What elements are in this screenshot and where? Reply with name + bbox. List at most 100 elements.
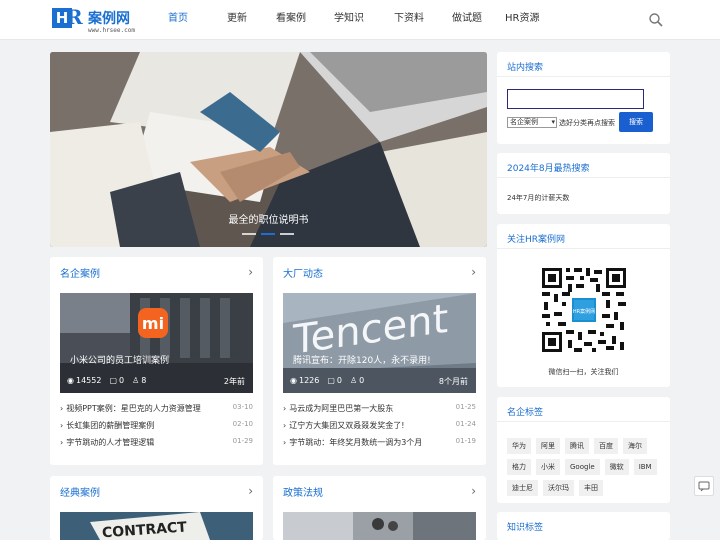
tag-toyota[interactable]: 丰田 — [579, 480, 603, 496]
chevron-right-icon[interactable]: › — [471, 484, 476, 498]
tag-tencent[interactable]: 腾讯 — [565, 438, 589, 454]
float-action-button[interactable] — [694, 476, 714, 496]
widget-title: 2024年8月最热搜索 — [507, 164, 590, 174]
tag-haier[interactable]: 海尔 — [623, 438, 647, 454]
site-logo[interactable]: HR 案例网 www.hrsee.com — [52, 6, 148, 34]
thumbnail-title: 腾讯宣布：开除120人，永不录用! — [293, 356, 431, 366]
search-button[interactable]: 搜索 — [619, 112, 653, 132]
tag-walmart[interactable]: 沃尔玛 — [543, 480, 574, 496]
divider — [497, 421, 670, 422]
divider — [497, 76, 670, 77]
card-thumbnail[interactable]: mi 小米公司的员工培训案例 ◉ 14552 ▢ 0 ♙ 8 2年前 — [60, 293, 253, 393]
nav-home[interactable]: 首页 — [168, 0, 206, 40]
hot-search-item[interactable]: 24年7月的计薪天数 — [507, 193, 569, 203]
sidebar-follow-widget: 关注HR案例网 HR案例网 微信扫一扫，关注我们 — [497, 224, 670, 387]
likes-count: 0 — [359, 376, 365, 385]
divider — [497, 177, 670, 178]
slider-dot[interactable] — [242, 233, 256, 235]
hero-caption: 最全的职位说明书 — [228, 215, 309, 226]
chevron-right-icon[interactable]: › — [248, 484, 253, 498]
comment-icon: ▢ — [109, 376, 117, 385]
list-item[interactable]: 马云成为阿里巴巴第一大股东01-25 — [283, 403, 476, 420]
widget-title: 站内搜索 — [507, 63, 544, 73]
article-list: 视频PPT案例：星巴克的人力资源管理03-10 长虹集团的薪酬管理案例02-10… — [60, 403, 253, 454]
thumbnail-title: 小米公司的员工培训案例 — [70, 356, 170, 366]
card-title[interactable]: 经典案例 — [60, 484, 100, 499]
card-thumbnail[interactable]: CONTRACT — [60, 512, 253, 540]
card-policies: 政策法规 › — [273, 476, 486, 540]
tag-google[interactable]: Google — [565, 459, 600, 475]
widget-title: 名企标签 — [507, 408, 544, 418]
main-nav: 首页 更新 看案例 学知识 下资料 做试题 HR资源 — [168, 0, 560, 40]
sidebar-search-widget: 站内搜索 名企案例 选好分类再点搜索 搜索 — [497, 52, 670, 144]
slider-dot-active[interactable] — [261, 233, 275, 235]
hero-slider[interactable]: 最全的职位说明书 — [50, 52, 487, 247]
search-hint: 选好分类再点搜索 — [559, 119, 615, 127]
sidebar-hot-searches: 2024年8月最热搜索 24年7月的计薪天数 — [497, 153, 670, 214]
views-count: 14552 — [75, 376, 102, 385]
card-thumbnail[interactable] — [283, 512, 476, 540]
sidebar-knowledge-tags: 知识标签 — [497, 512, 670, 540]
nav-hr-resources[interactable]: HR资源 — [501, 0, 560, 40]
thumbs-up-icon: ♙ — [132, 376, 140, 385]
svg-text:mi: mi — [142, 314, 164, 333]
chevron-right-icon[interactable]: › — [471, 265, 476, 279]
nav-downloads[interactable]: 下资料 — [383, 0, 442, 40]
nav-exams[interactable]: 做试题 — [442, 0, 501, 40]
divider — [497, 248, 670, 249]
post-age: 8个月前 — [438, 377, 468, 386]
widget-title: 关注HR案例网 — [507, 235, 566, 245]
wechat-qr-code: HR案例网 — [540, 266, 628, 354]
list-item[interactable]: 长虹集团的薪酬管理案例02-10 — [60, 420, 253, 437]
svg-text:HR案例网: HR案例网 — [573, 308, 595, 315]
nav-knowledge[interactable]: 学知识 — [324, 0, 383, 40]
logo-url: www.hrsee.com — [88, 27, 135, 34]
search-input[interactable] — [507, 89, 644, 109]
card-classic-cases: 经典案例 › CONTRACT — [50, 476, 263, 540]
post-age: 2年前 — [223, 377, 245, 386]
tag-disney[interactable]: 迪士尼 — [507, 480, 538, 496]
chat-icon — [698, 481, 710, 492]
card-title[interactable]: 政策法规 — [283, 484, 323, 499]
article-list: 马云成为阿里巴巴第一大股东01-25 辽宁方大集团又双叒叕发奖金了!01-24 … — [283, 403, 476, 454]
card-thumbnail[interactable]: Tencent 腾讯宣布：开除120人，永不录用! ◉ 1226 ▢ 0 ♙ 0 8个… — [283, 293, 476, 393]
list-item[interactable]: 辽宁方大集团又双叒叕发奖金了!01-24 — [283, 420, 476, 437]
nav-cases[interactable]: 看案例 — [265, 0, 324, 40]
eye-icon: ◉ — [67, 376, 74, 385]
tag-baidu[interactable]: 百度 — [594, 438, 618, 454]
views-count: 1226 — [298, 376, 320, 385]
tag-huawei[interactable]: 华为 — [507, 438, 531, 454]
logo-mark: HR — [52, 6, 88, 30]
tag-gree[interactable]: 格力 — [507, 459, 531, 475]
list-item[interactable]: 字节跳动的人才管理逻辑01-29 — [60, 437, 253, 454]
eye-icon: ◉ — [290, 376, 297, 385]
card-title[interactable]: 大厂动态 — [283, 265, 323, 280]
card-title[interactable]: 名企案例 — [60, 265, 100, 280]
nav-updates[interactable]: 更新 — [206, 0, 265, 40]
street-image — [283, 512, 476, 540]
tag-xiaomi[interactable]: 小米 — [536, 459, 560, 475]
list-item[interactable]: 视频PPT案例：星巴克的人力资源管理03-10 — [60, 403, 253, 420]
thumbs-up-icon: ♙ — [350, 376, 358, 385]
tag-alibaba[interactable]: 阿里 — [536, 438, 560, 454]
comment-icon: ▢ — [327, 376, 335, 385]
slider-dots — [242, 233, 294, 235]
likes-count: 8 — [141, 376, 147, 385]
search-icon[interactable] — [648, 12, 664, 28]
card-famous-cases: 名企案例 › mi 小米公司的员工培训案例 ◉14552 ▢0 ♙8 2年前 视… — [50, 257, 263, 465]
contract-image: CONTRACT — [60, 512, 253, 540]
chevron-right-icon[interactable]: › — [248, 265, 253, 279]
slider-dot[interactable] — [280, 233, 294, 235]
site-header: HR 案例网 www.hrsee.com 首页 更新 看案例 学知识 下资料 做… — [0, 0, 720, 40]
comments-count: 0 — [119, 376, 125, 385]
sidebar-company-tags: 名企标签 华为 阿里 腾讯 百度 海尔 格力 小米 Google 微软 IBM … — [497, 397, 670, 503]
widget-title: 知识标签 — [507, 523, 544, 533]
list-item[interactable]: 字节跳动：年终奖月数统一调为3个月01-19 — [283, 437, 476, 454]
category-select[interactable]: 名企案例 — [507, 117, 557, 128]
comments-count: 0 — [336, 376, 342, 385]
tag-microsoft[interactable]: 微软 — [604, 459, 629, 475]
qr-caption: 微信扫一扫，关注我们 — [548, 368, 619, 376]
logo-text: 案例网 — [88, 11, 130, 27]
card-company-news: 大厂动态 › Tencent 腾讯宣布：开除120人，永不录用! ◉ 1226 ▢… — [273, 257, 486, 465]
tag-ibm[interactable]: IBM — [633, 459, 657, 475]
